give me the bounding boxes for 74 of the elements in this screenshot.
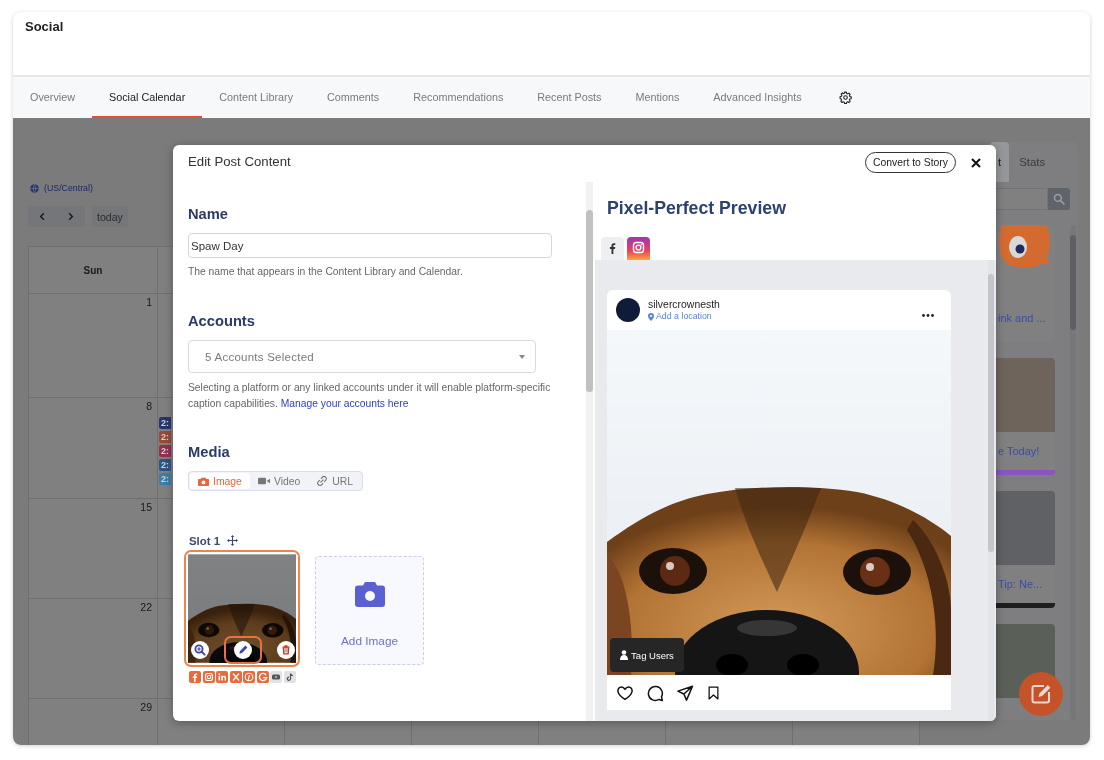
move-icon[interactable]	[227, 535, 238, 546]
card-caption: ink and ...	[997, 311, 1047, 326]
event-chip[interactable]: 2:	[159, 431, 171, 443]
event-chip[interactable]: 2:	[159, 417, 171, 429]
scrollbar[interactable]	[1070, 225, 1076, 720]
today-button[interactable]: today	[92, 206, 128, 227]
zoom-in-icon[interactable]	[191, 641, 209, 659]
settings-icon[interactable]	[838, 91, 852, 104]
convert-to-story-button[interactable]: Convert to Story	[864, 152, 956, 173]
tag-users-button[interactable]: Tag Users	[610, 638, 684, 672]
chevron-left-icon	[37, 212, 47, 221]
event-chip[interactable]: 2:	[159, 459, 171, 471]
timezone-label: (US/Central)	[44, 183, 93, 193]
video-camera-icon	[257, 477, 270, 485]
scrollbar[interactable]	[586, 182, 593, 721]
nav-tab[interactable]: Recommendations	[396, 77, 521, 118]
nav-tab[interactable]: Comments	[310, 77, 397, 118]
media-type-tab[interactable]: Image	[190, 473, 250, 489]
location-link[interactable]: Add a location	[656, 311, 712, 322]
bookmark-icon[interactable]	[706, 683, 721, 702]
media-type-tab[interactable]: Video	[249, 473, 309, 489]
caret-icon	[519, 354, 525, 359]
weekday-header: Sun	[83, 264, 103, 276]
day-number: 22	[140, 601, 152, 613]
help-text: Selecting a platform or any linked accounts under it will enable platform-specific caption capabilities. Manage your accounts here	[188, 381, 552, 411]
slot-label: Slot 1	[189, 534, 220, 547]
cartoon-drawing	[997, 225, 1051, 271]
comment-icon[interactable]	[646, 683, 664, 702]
event-chip[interactable]: 2:	[159, 445, 171, 457]
page-title: Social	[25, 19, 64, 35]
camera-icon	[198, 476, 209, 486]
avatar	[616, 298, 640, 322]
help-text: The name that appears in the Content Library and Calendar.	[188, 266, 463, 278]
nav-tab[interactable]: Mentions	[618, 77, 697, 118]
chevron-right-icon	[66, 212, 76, 221]
dialog-title: Edit Post Content	[188, 154, 292, 169]
day-number: 8	[146, 400, 152, 412]
event-chip[interactable]: 2:	[159, 473, 171, 485]
username: silvercrownesth	[648, 298, 720, 311]
person-icon	[620, 650, 629, 660]
nav-tab[interactable]: Recent Posts	[520, 77, 619, 118]
day-number: 1	[146, 296, 152, 308]
nav-tab[interactable]: Content Library	[202, 77, 311, 118]
manage-accounts-link[interactable]: Manage your accounts here	[280, 398, 409, 409]
accounts-dropdown[interactable]: 5 Accounts Selected	[188, 340, 536, 373]
preview-title: Pixel-Perfect Preview	[607, 198, 786, 218]
nav-tab[interactable]: Advanced Insights	[696, 77, 819, 118]
more-icon[interactable]	[922, 313, 934, 317]
nav-tab[interactable]: Overview	[13, 77, 92, 118]
pencil-icon[interactable]	[234, 641, 252, 659]
edit-icon[interactable]	[1019, 672, 1063, 716]
heart-icon[interactable]	[616, 683, 634, 702]
instagram-icon[interactable]	[627, 237, 650, 260]
card-caption: e Today!	[997, 444, 1041, 459]
day-number: 15	[140, 501, 152, 513]
section-heading: Accounts	[188, 313, 255, 329]
pin-icon	[648, 312, 654, 321]
link-icon	[316, 475, 329, 487]
media-type-tab[interactable]: URL	[308, 473, 362, 489]
card-caption: Tip: Ne...	[997, 577, 1044, 592]
add-image-button[interactable]: Add Image	[315, 556, 424, 665]
scrollbar[interactable]	[988, 260, 994, 721]
section-heading: Media	[188, 444, 230, 460]
close-icon[interactable]	[971, 158, 981, 168]
send-icon[interactable]	[676, 683, 694, 702]
search-icon	[1053, 193, 1065, 205]
day-number: 29	[140, 701, 152, 713]
name-input[interactable]: Spaw Day	[188, 233, 552, 258]
camera-icon	[354, 581, 385, 607]
trash-icon[interactable]	[277, 641, 295, 659]
globe-icon	[30, 183, 39, 193]
section-heading: Name	[188, 206, 228, 222]
panel-tab[interactable]: Stats	[1009, 142, 1056, 182]
facebook-icon[interactable]	[601, 237, 624, 260]
